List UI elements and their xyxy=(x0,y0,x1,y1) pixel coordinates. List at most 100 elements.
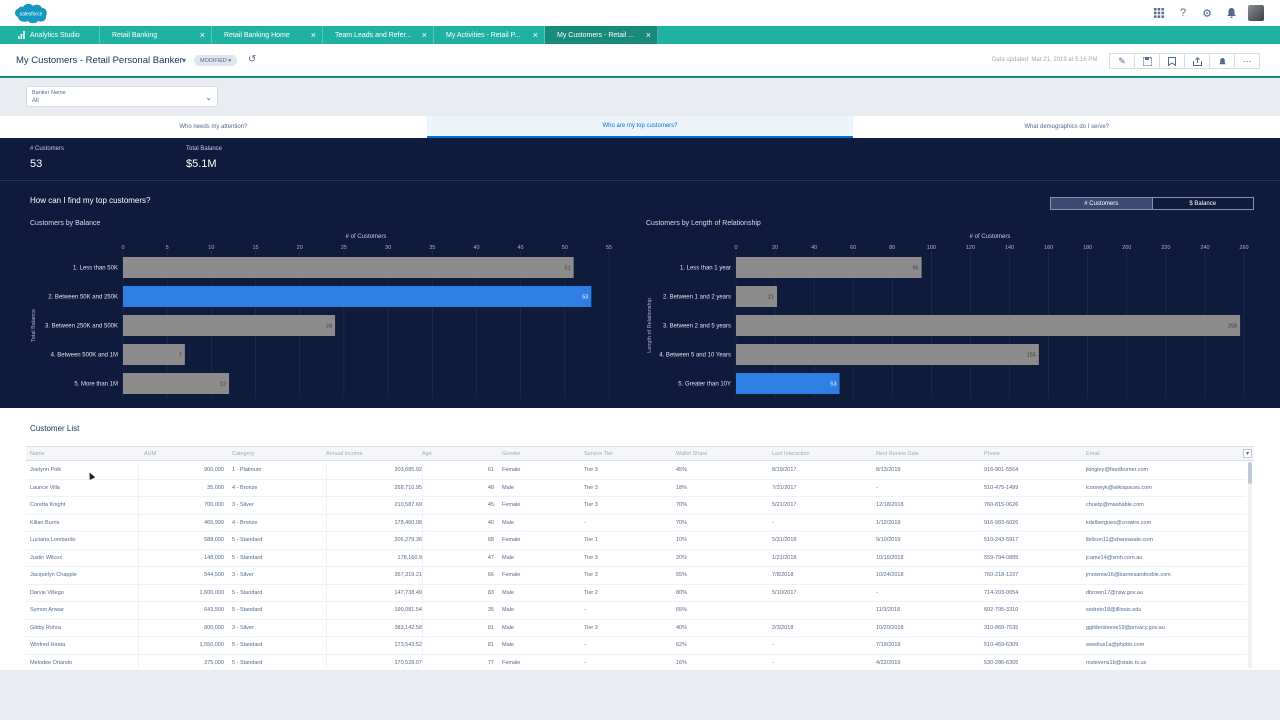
tab-team-leads[interactable]: Team Leads and Refer... × xyxy=(323,26,434,44)
undo-icon[interactable]: ↺ xyxy=(248,54,256,65)
tick-label: 240 xyxy=(1200,245,1209,251)
tab-who-needs-attention[interactable]: Who needs my attention? xyxy=(0,116,427,138)
bell-icon[interactable] xyxy=(1224,6,1238,20)
scrollbar-thumb[interactable] xyxy=(1248,462,1252,484)
table-cell: Tier 3 xyxy=(584,502,598,508)
tab-label: Analytics Studio xyxy=(30,31,80,39)
table-cell: 357,319.21 xyxy=(394,572,422,578)
cell-divider xyxy=(422,567,423,585)
column-header[interactable]: Email xyxy=(1086,451,1100,457)
table-cell: Winfred Hirata xyxy=(30,642,66,648)
tab-top-customers[interactable]: Who are my top customers? xyxy=(426,116,854,138)
tab-retail-banking-home[interactable]: Retail Banking Home × xyxy=(212,26,323,44)
chevron-down-icon[interactable]: ▾ xyxy=(1243,449,1252,458)
table-header: ▾ Name AUM Category Annual Income Age Gender S… xyxy=(26,447,1254,461)
table-cell: 45 xyxy=(487,502,494,508)
column-header[interactable]: Age xyxy=(422,451,432,457)
table-cell: Female xyxy=(502,467,521,473)
table-cell: - xyxy=(584,519,586,526)
modified-badge[interactable]: MODIFIED ▾ xyxy=(194,55,238,66)
tick-label: 0 xyxy=(121,245,124,251)
tab-demographics[interactable]: What demographics do I serve? xyxy=(853,116,1280,138)
table-row[interactable]: Melodee Orlando 375,000 5 - Standard 170,52… xyxy=(26,654,1246,668)
table-cell: 1,600,000 xyxy=(199,589,224,596)
table-row[interactable]: Coretta Knight 700,000 3 - Silver 210,587.6… xyxy=(26,497,1246,515)
tick-label: 120 xyxy=(966,245,975,251)
kpi-customers-value: 53 xyxy=(30,158,43,170)
tab-my-activities[interactable]: My Activities - Retail P... × xyxy=(434,26,545,44)
table-row[interactable]: Symon Anwar 643,500 5 - Standard 190,081.54… xyxy=(26,602,1246,620)
table-row[interactable]: Luciana Lombardo 588,000 5 - Standard 206,2… xyxy=(26,532,1246,550)
table-cell: 7/8/2018 xyxy=(772,572,794,578)
more-actions-button[interactable]: ⋯ xyxy=(1234,53,1260,69)
table-cell: 147,738.49 xyxy=(394,589,422,596)
column-header[interactable]: Phone xyxy=(984,451,1000,457)
column-header[interactable]: AUM xyxy=(144,451,156,457)
chart-title-relationship: Customers by Length of Relationship xyxy=(646,220,761,227)
cell-divider xyxy=(326,619,327,637)
gear-icon[interactable]: ⚙ xyxy=(1200,6,1214,20)
table-row[interactable]: Justin Wilcox 148,000 5 - Standard 178,160.… xyxy=(26,549,1246,567)
tab-analytics-studio[interactable]: Analytics Studio xyxy=(0,26,100,44)
table-cell: Launce Villa xyxy=(30,484,60,491)
bar-value-label: 12 xyxy=(220,382,226,388)
user-avatar[interactable] xyxy=(1248,5,1264,21)
column-header[interactable]: Next Renew Date xyxy=(876,451,919,457)
table-cell: 700,000 xyxy=(204,502,224,508)
table-cell: 916-983-6026 xyxy=(984,519,1019,526)
column-header[interactable]: Last Interaction xyxy=(772,451,810,457)
table-cell: - xyxy=(876,589,878,596)
table-cell: 559-794-0885 xyxy=(984,554,1019,561)
tick-label: 35 xyxy=(429,245,435,251)
close-icon[interactable]: × xyxy=(200,30,205,40)
cell-divider xyxy=(422,532,423,550)
close-icon[interactable]: × xyxy=(311,30,316,40)
save-button[interactable] xyxy=(1134,53,1160,69)
tick-label: 20 xyxy=(772,245,778,251)
column-header[interactable]: Service Tier xyxy=(584,451,613,457)
salesforce-logo[interactable]: salesforce xyxy=(14,2,48,24)
column-header[interactable]: Annual Income xyxy=(326,451,363,457)
table-row[interactable]: Gibby Rohra 800,000 3 - Silver 383,142.58 81… xyxy=(26,619,1246,637)
scrollbar[interactable] xyxy=(1248,462,1252,668)
table-cell: 70% xyxy=(676,502,688,508)
cell-divider xyxy=(422,637,423,655)
close-icon[interactable]: × xyxy=(646,30,651,40)
toggle-balance[interactable]: $ Balance xyxy=(1151,198,1253,209)
cell-divider xyxy=(422,462,423,480)
table-row[interactable]: Launce Villa 35,000 4 - Bronze 268,710.95 48… xyxy=(26,479,1246,497)
tick-label: 40 xyxy=(473,245,479,251)
column-header[interactable]: Wallet Share xyxy=(676,451,707,457)
close-icon[interactable]: × xyxy=(422,30,427,40)
table-row[interactable]: Darvie Villego 1,600,000 5 - Standard 147,7… xyxy=(26,584,1246,602)
tab-my-customers[interactable]: My Customers - Retail ... × xyxy=(545,26,658,44)
table-row[interactable]: Joelynn Polk 900,000 1 - Platinum 203,685.9… xyxy=(26,462,1246,480)
banker-name-filter[interactable]: Banker Name All ⌄ xyxy=(26,86,218,107)
chevron-down-icon[interactable]: ▾ xyxy=(182,56,186,65)
table-cell: Tier 3 xyxy=(584,484,598,491)
bookmark-button[interactable] xyxy=(1159,53,1185,69)
tick-label: 55 xyxy=(606,245,612,251)
subscribe-button[interactable] xyxy=(1209,53,1235,69)
close-icon[interactable]: × xyxy=(533,30,538,40)
bar-value-label: 53 xyxy=(830,382,836,388)
table-cell: 173,543.52 xyxy=(394,642,422,648)
help-icon[interactable]: ? xyxy=(1176,6,1190,20)
table-row[interactable]: Winfred Hirata 1,550,000 5 - Standard 173,5… xyxy=(26,637,1246,655)
share-button[interactable] xyxy=(1184,53,1210,69)
edit-button[interactable]: ✎ xyxy=(1109,53,1135,69)
tab-retail-banking[interactable]: Retail Banking × xyxy=(100,26,212,44)
table-cell: 510-243-5917 xyxy=(984,537,1019,543)
customer-table: ▾ Name AUM Category Annual Income Age Gender S… xyxy=(26,446,1254,668)
table-row[interactable]: Jacquelyn Chapple 544,500 3 - Silver 357,31… xyxy=(26,567,1246,585)
table-cell: 4 - Bronze xyxy=(232,519,258,526)
column-header[interactable]: Gender xyxy=(502,451,520,457)
table-row[interactable]: Kilian Burris 465,999 4 - Bronze 178,460.08… xyxy=(26,514,1246,532)
column-header[interactable]: Name xyxy=(30,451,45,457)
table-cell: lbillson11@shareasale.com xyxy=(1086,537,1153,543)
apps-grid-icon[interactable] xyxy=(1152,6,1166,20)
bar xyxy=(123,257,574,278)
toggle-customers[interactable]: # Customers xyxy=(1051,198,1152,209)
column-header[interactable]: Category xyxy=(232,451,254,457)
x-axis-title: # of Customers xyxy=(970,234,1011,240)
